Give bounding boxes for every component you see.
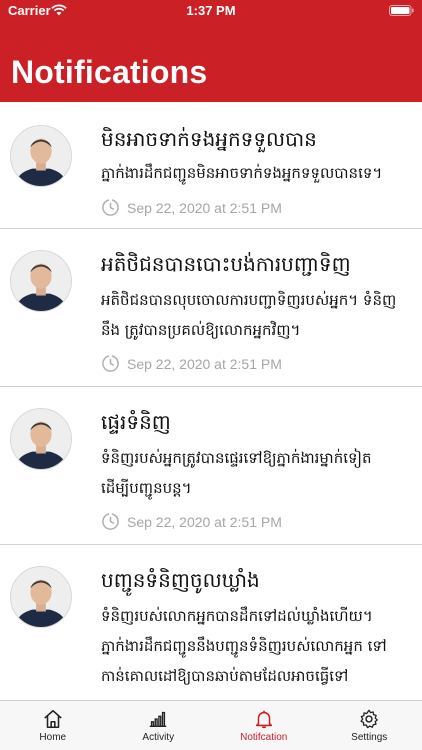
clock-icon [102, 513, 119, 530]
notification-item[interactable]: ផ្ទេរទំនិញ ទំនិញរបស់អ្នកត្រូវបានផ្ទេរទៅឱ… [0, 387, 422, 545]
avatar [10, 566, 72, 628]
clock-icon [102, 355, 119, 372]
tab-label: Notifcation [240, 732, 288, 743]
tab-label: Activity [142, 732, 175, 743]
notification-time: Sep 22, 2020 at 2:51 PM [101, 512, 282, 531]
time-label: Sep 22, 2020 at 2:51 PM [127, 513, 282, 530]
page-title: Notifications [11, 54, 208, 90]
clock-icon [102, 199, 119, 216]
notification-item[interactable]: មិនអាចទាក់ទងអ្នកទទួលបាន ភ្នាក់ងារដឹកជញ្ជ… [0, 102, 422, 229]
tab-home[interactable]: Home [0, 701, 106, 750]
notification-title: មិនអាចទាក់ទងអ្នកទទួលបាន [101, 127, 317, 151]
notification-item[interactable]: បញ្ជូនទំនិញចូលឃ្លាំង ទំនិញរបស់លោកអ្នកបាន… [0, 545, 422, 700]
activity-icon [150, 711, 167, 728]
tab-bar: Home Activity Notifcation Settings [0, 700, 422, 750]
status-bar: Carrier 1:37 PM [0, 0, 422, 24]
tab-activity[interactable]: Activity [106, 701, 212, 750]
gear-icon [360, 709, 379, 729]
notification-title: ផ្ទេរទំនិញ [101, 410, 171, 434]
avatar [10, 408, 72, 470]
notification-title: បញ្ជូនទំនិញចូលឃ្លាំង [101, 568, 260, 592]
tab-label: Home [39, 732, 67, 743]
time-label: Sep 22, 2020 at 2:51 PM [127, 355, 282, 372]
battery-icon [389, 5, 414, 16]
status-time: 1:37 PM [186, 3, 236, 18]
notification-time: Sep 22, 2020 at 2:51 PM [101, 354, 282, 373]
notification-body: អតិថិជនបានលុបចោលការបញ្ជាទិញរបស់អ្នក។ ទំន… [101, 291, 397, 339]
notification-title: អតិថិជនបានបោះបង់ការបញ្ជាទិញ [101, 252, 351, 276]
time-label: Sep 22, 2020 at 2:51 PM [127, 199, 282, 216]
notification-body: ទំនិញរបស់អ្នកត្រូវបានផ្ទេរទៅឱ្យភ្នាក់ងារ… [101, 449, 372, 497]
notification-item[interactable]: អតិថិជនបានបោះបង់ការបញ្ជាទិញ អតិថិជនបានលុ… [0, 229, 422, 387]
notification-body: ភ្នាក់ងារដឹកជញ្ជូនមិនអាចទាក់ទងអ្នកទទួលបា… [101, 164, 383, 182]
bell-icon [255, 710, 272, 729]
notification-time: Sep 22, 2020 at 2:51 PM [101, 198, 282, 217]
notification-body: ទំនិញរបស់លោកអ្នកបានដឹកទៅដល់ឃ្លាំងហើយ។ ភ្… [101, 607, 387, 685]
notification-list[interactable]: មិនអាចទាក់ទងអ្នកទទួលបាន ភ្នាក់ងារដឹកជញ្ជ… [0, 102, 422, 700]
app-header: Carrier 1:37 PM Notifications [0, 0, 422, 102]
avatar [10, 125, 72, 187]
avatar [10, 250, 72, 312]
home-icon [43, 709, 62, 729]
tab-settings[interactable]: Settings [317, 701, 422, 750]
tab-notification[interactable]: Notifcation [211, 701, 317, 750]
tab-label: Settings [351, 732, 388, 743]
